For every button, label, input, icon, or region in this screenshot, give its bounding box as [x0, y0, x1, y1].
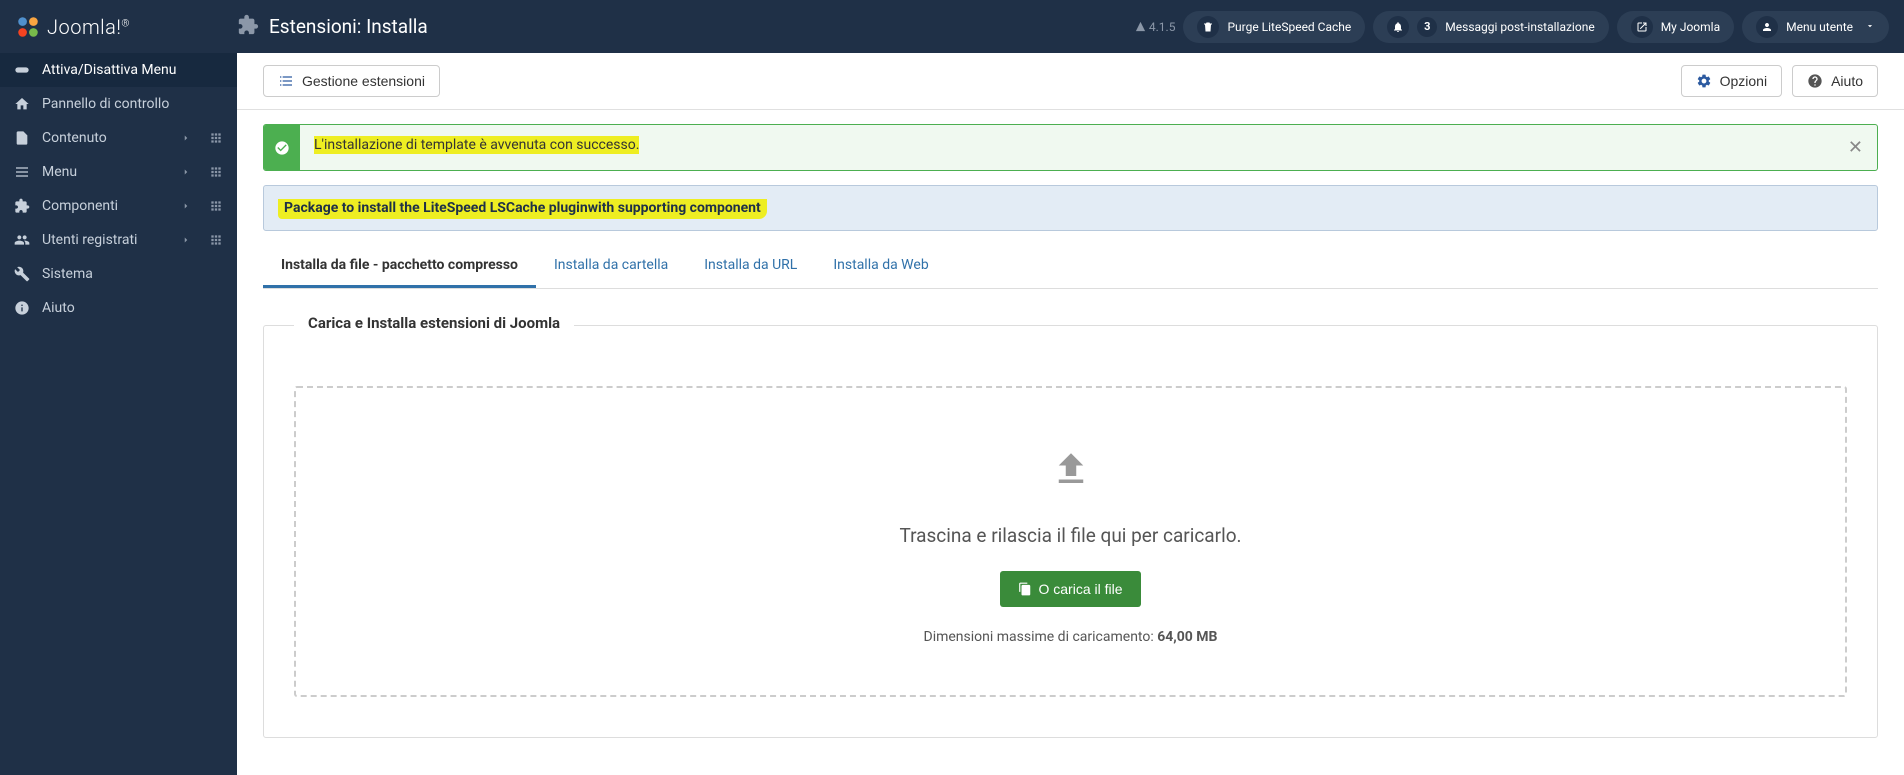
- chevron-right-icon: [181, 235, 191, 245]
- trash-icon: [1197, 16, 1219, 38]
- brand-logo[interactable]: Joomla!®: [15, 14, 237, 40]
- gear-icon: [1696, 73, 1712, 89]
- users-icon: [14, 232, 30, 248]
- list-icon: [14, 164, 30, 180]
- grid-icon[interactable]: [209, 131, 223, 145]
- success-message: L'installazione di template è avvenuta c…: [314, 136, 639, 154]
- question-icon: [1807, 73, 1823, 89]
- post-install-messages-button[interactable]: 3 Messaggi post-installazione: [1373, 11, 1608, 43]
- options-label: Opzioni: [1720, 73, 1767, 89]
- sidebar-item-help[interactable]: Aiuto: [0, 291, 237, 325]
- chevron-right-icon: [181, 201, 191, 211]
- close-alert-button[interactable]: ✕: [1834, 125, 1877, 170]
- sidebar-item-label: Menu: [42, 164, 169, 180]
- info-alert: Package to install the LiteSpeed LSCache…: [263, 185, 1878, 231]
- tab-install-file[interactable]: Installa da file - pacchetto compresso: [263, 245, 536, 288]
- wrench-icon: [14, 266, 30, 282]
- sidebar-item-label: Sistema: [42, 266, 223, 282]
- list-icon: [278, 73, 294, 89]
- sidebar-item-dashboard[interactable]: Pannello di controllo: [0, 87, 237, 121]
- joomla-version: 4.1.5: [1135, 20, 1176, 34]
- chevron-right-icon: [181, 133, 191, 143]
- sidebar: Attiva/Disattiva Menu Pannello di contro…: [0, 53, 237, 775]
- my-joomla-button[interactable]: My Joomla: [1617, 11, 1734, 43]
- sidebar-item-label: Aiuto: [42, 300, 223, 316]
- user-menu-label: Menu utente: [1786, 20, 1853, 34]
- upload-fieldset: Carica e Installa estensioni di Joomla T…: [263, 325, 1878, 738]
- upload-legend: Carica e Installa estensioni di Joomla: [294, 314, 574, 332]
- tab-install-web[interactable]: Installa da Web: [815, 245, 946, 288]
- puzzle-icon: [14, 198, 30, 214]
- sidebar-item-label: Componenti: [42, 198, 169, 214]
- user-icon: [1756, 16, 1778, 38]
- purge-cache-button[interactable]: Purge LiteSpeed Cache: [1183, 11, 1365, 43]
- check-circle-icon: [264, 125, 300, 170]
- tab-install-folder[interactable]: Installa da cartella: [536, 245, 686, 288]
- help-label: Aiuto: [1831, 73, 1863, 89]
- manage-label: Gestione estensioni: [302, 73, 425, 89]
- info-icon: [14, 300, 30, 316]
- browse-label: O carica il file: [1038, 581, 1122, 597]
- help-button[interactable]: Aiuto: [1792, 65, 1878, 97]
- bell-icon: [1387, 16, 1409, 38]
- external-link-icon: [1631, 16, 1653, 38]
- sidebar-item-content[interactable]: Contenuto: [0, 121, 237, 155]
- toggle-icon: [14, 62, 30, 78]
- upload-icon: [316, 448, 1825, 494]
- sidebar-item-users[interactable]: Utenti registrati: [0, 223, 237, 257]
- sidebar-item-label: Contenuto: [42, 130, 169, 146]
- page-title: Estensioni: Installa: [269, 15, 428, 38]
- puzzle-icon: [237, 14, 259, 40]
- manage-extensions-button[interactable]: Gestione estensioni: [263, 65, 440, 97]
- file-icon: [14, 130, 30, 146]
- max-upload-size: Dimensioni massime di caricamento: 64,00…: [316, 629, 1825, 645]
- home-icon: [14, 96, 30, 112]
- sidebar-item-menu[interactable]: Menu: [0, 155, 237, 189]
- post-install-label: Messaggi post-installazione: [1445, 20, 1594, 34]
- sidebar-item-toggle-menu[interactable]: Attiva/Disattiva Menu: [0, 53, 237, 87]
- user-menu-button[interactable]: Menu utente: [1742, 11, 1889, 43]
- grid-icon[interactable]: [209, 199, 223, 213]
- install-tabs: Installa da file - pacchetto compresso I…: [263, 245, 1878, 289]
- toolbar: Gestione estensioni Opzioni Aiuto: [237, 53, 1904, 110]
- sidebar-item-label: Attiva/Disattiva Menu: [42, 62, 223, 78]
- grid-icon[interactable]: [209, 233, 223, 247]
- chevron-right-icon: [181, 167, 191, 177]
- tab-install-url[interactable]: Installa da URL: [686, 245, 815, 288]
- sidebar-item-label: Utenti registrati: [42, 232, 169, 248]
- chevron-down-icon: [1865, 20, 1875, 34]
- notification-badge: 3: [1417, 17, 1437, 37]
- purge-cache-label: Purge LiteSpeed Cache: [1227, 20, 1351, 34]
- drop-text: Trascina e rilascia il file qui per cari…: [316, 524, 1825, 547]
- brand-name: Joomla!: [47, 15, 121, 39]
- info-message: Package to install the LiteSpeed LSCache…: [278, 199, 767, 219]
- sidebar-item-label: Pannello di controllo: [42, 96, 223, 112]
- sidebar-item-components[interactable]: Componenti: [0, 189, 237, 223]
- options-button[interactable]: Opzioni: [1681, 65, 1782, 97]
- success-alert: L'installazione di template è avvenuta c…: [263, 124, 1878, 171]
- my-site-label: My Joomla: [1661, 20, 1720, 34]
- browse-file-button[interactable]: O carica il file: [1000, 571, 1140, 607]
- sidebar-item-system[interactable]: Sistema: [0, 257, 237, 291]
- grid-icon[interactable]: [209, 165, 223, 179]
- copy-icon: [1018, 582, 1032, 596]
- file-dropzone[interactable]: Trascina e rilascia il file qui per cari…: [294, 386, 1847, 697]
